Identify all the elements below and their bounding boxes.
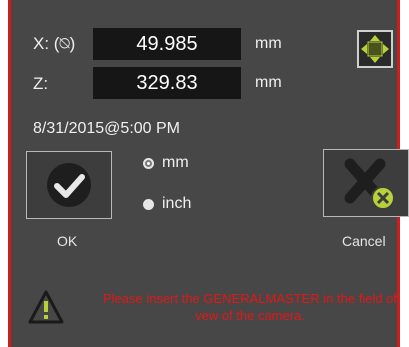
cancel-button[interactable] bbox=[323, 149, 409, 217]
z-value-field[interactable]: 329.83 bbox=[93, 67, 241, 99]
warning-message: Please insert the GENERALMASTER in the f… bbox=[102, 291, 398, 323]
x-label: X: (⍉) bbox=[33, 34, 76, 53]
radio-mm[interactable] bbox=[143, 157, 154, 169]
move-arrows-icon bbox=[361, 35, 389, 63]
unit-option-inch[interactable]: inch bbox=[143, 195, 191, 213]
cancel-x-icon bbox=[344, 158, 395, 210]
z-unit: mm bbox=[255, 74, 282, 91]
cancel-label: Cancel bbox=[342, 233, 386, 249]
unit-option-mm[interactable]: mm bbox=[143, 154, 189, 172]
x-unit: mm bbox=[255, 35, 282, 52]
ok-label: OK bbox=[57, 233, 78, 249]
z-label: Z: bbox=[33, 74, 49, 93]
unit-option-inch-label: inch bbox=[162, 195, 192, 212]
timestamp: 8/31/2015@5:00 PM bbox=[33, 120, 181, 137]
x-value-field[interactable]: 49.985 bbox=[93, 28, 241, 60]
ok-button[interactable] bbox=[26, 151, 112, 219]
move-arrows-button[interactable] bbox=[357, 30, 393, 68]
warning-icon bbox=[28, 290, 64, 324]
checkmark-icon bbox=[47, 163, 91, 207]
unit-option-mm-label: mm bbox=[162, 154, 189, 171]
radio-inch[interactable] bbox=[143, 198, 154, 210]
measurement-dialog: X: (⍉) 49.985 mm Z: 329.83 mm 8/31/2015@… bbox=[8, 0, 409, 347]
